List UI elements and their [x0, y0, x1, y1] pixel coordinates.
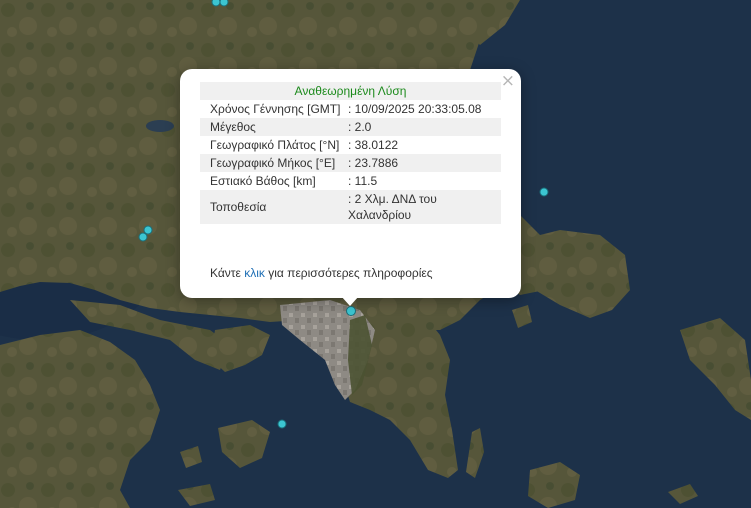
earthquake-marker[interactable]	[138, 232, 148, 242]
info-label: Γεωγραφικό Μήκος [°E]	[200, 154, 348, 172]
info-value: : 11.5	[348, 174, 378, 188]
info-value: : 23.7886	[348, 154, 501, 172]
more-info-suffix: για περισσότερες πληροφορίες	[264, 266, 433, 280]
more-info-prefix: Κάντε	[210, 266, 245, 280]
earthquake-marker[interactable]	[211, 0, 221, 7]
more-info-link[interactable]: κλικ	[244, 266, 265, 280]
earthquake-marker[interactable]	[277, 419, 287, 429]
earthquake-marker[interactable]	[219, 0, 229, 7]
info-row-longitude: Γεωγραφικό Μήκος [°E] : 23.7886	[200, 154, 501, 172]
info-row-location: Τοποθεσία : 2 Χλμ. ΔΝΔ του Χαλανδρίου	[200, 190, 501, 224]
info-label: Τοποθεσία	[200, 190, 348, 224]
info-row-depth: Εστιακό Βάθος [km] : 11.5	[200, 172, 501, 190]
info-value: : 2.0	[348, 118, 501, 136]
info-label: Γεωγραφικό Πλάτος [°N]	[210, 138, 340, 152]
earthquake-marker-selected[interactable]	[346, 306, 356, 316]
lake	[146, 120, 174, 132]
popup-tip	[341, 296, 359, 306]
info-row-latitude: Γεωγραφικό Πλάτος [°N] : 38.0122	[200, 136, 501, 154]
earthquake-info-table: Αναθεωρημένη Λύση Χρόνος Γέννησης [GMT] …	[200, 82, 501, 224]
close-icon[interactable]: ×	[501, 72, 515, 90]
info-value: : 2 Χλμ. ΔΝΔ του Χαλανδρίου	[348, 190, 501, 224]
info-label: Μέγεθος	[200, 118, 348, 136]
info-value: : 38.0122	[348, 138, 399, 152]
earthquake-marker[interactable]	[143, 225, 153, 235]
popup-title: Αναθεωρημένη Λύση	[200, 82, 501, 100]
popup-title-row: Αναθεωρημένη Λύση	[200, 82, 501, 100]
more-info-line: Κάντε κλικ για περισσότερες πληροφορίες	[210, 266, 433, 280]
info-row-origin-time: Χρόνος Γέννησης [GMT] : 10/09/2025 20:33…	[200, 100, 501, 118]
info-row-magnitude: Μέγεθος : 2.0	[200, 118, 501, 136]
info-label: Χρόνος Γέννησης [GMT]	[210, 102, 341, 116]
info-label: Εστιακό Βάθος [km]	[210, 174, 316, 188]
earthquake-marker[interactable]	[539, 187, 549, 197]
info-value: : 10/09/2025 20:33:05.08	[348, 102, 482, 116]
